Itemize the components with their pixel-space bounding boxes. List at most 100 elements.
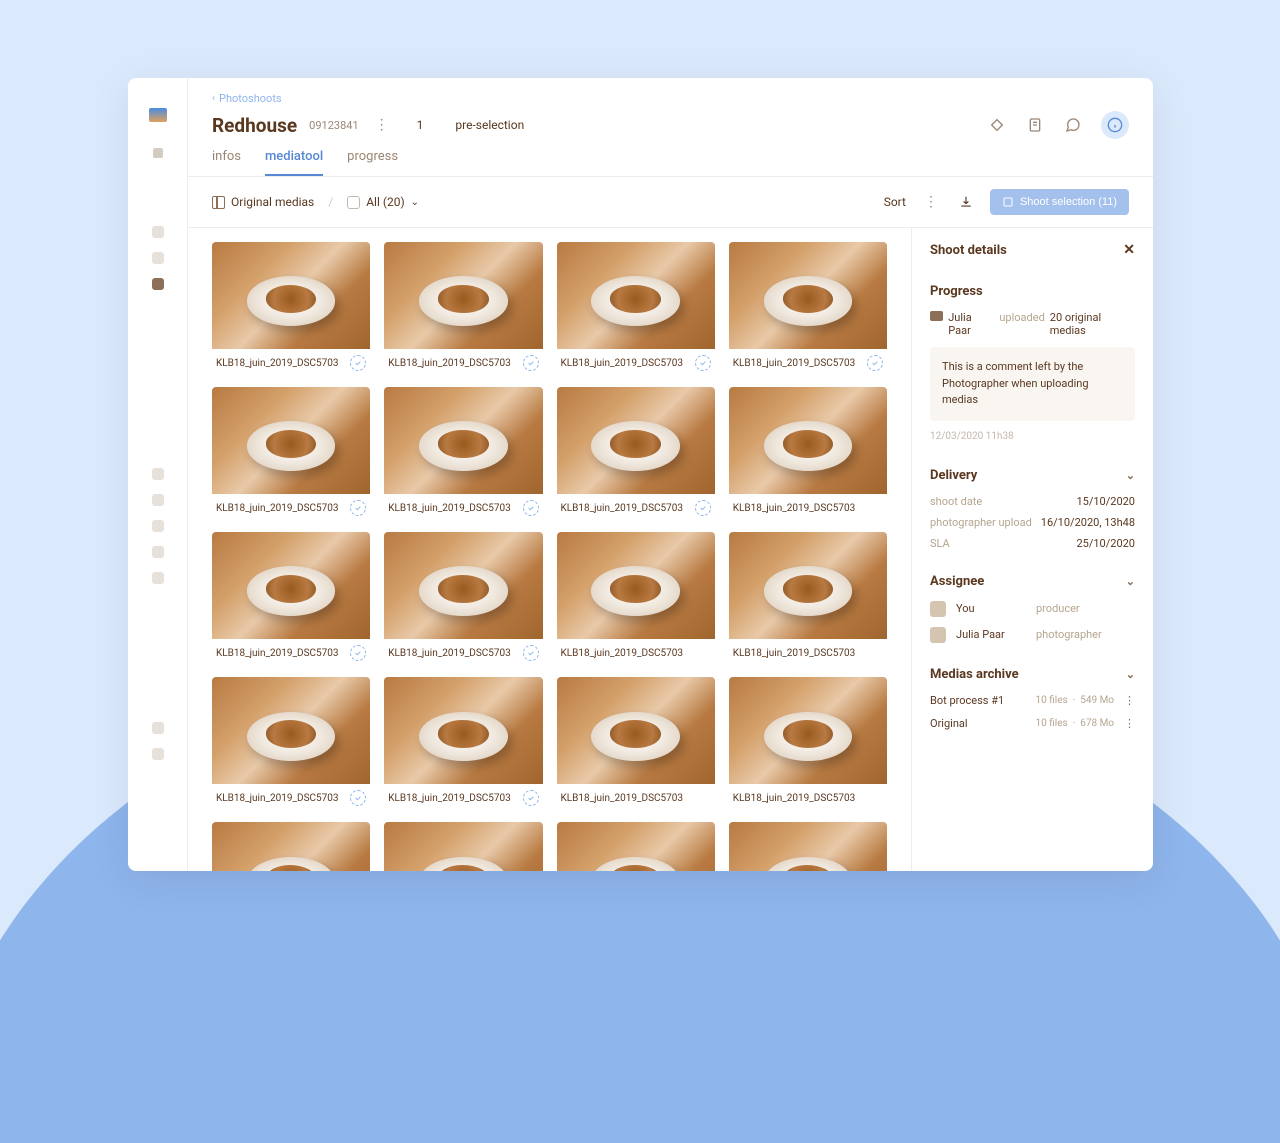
more-icon[interactable]: ⋮ — [1114, 717, 1135, 730]
media-filename: KLB18_juin_2019_DSC5703 — [733, 503, 856, 514]
media-thumbnail — [384, 822, 542, 871]
archive-row: Bot process #1 10 files · 549 Mo ⋮ — [930, 694, 1135, 707]
media-card[interactable]: KLB18_juin_2019_DSC5703 — [384, 677, 542, 808]
comment-icon[interactable] — [1063, 115, 1083, 135]
notes-icon[interactable] — [1025, 115, 1045, 135]
media-filename: KLB18_juin_2019_DSC5703 — [216, 503, 339, 514]
chevron-left-icon: ‹ — [212, 93, 215, 104]
tab-infos[interactable]: infos — [212, 149, 241, 176]
media-card[interactable]: KLB18_juin_2019_DSC5703 — [212, 387, 370, 518]
content-split: KLB18_juin_2019_DSC5703KLB18_juin_2019_D… — [188, 228, 1153, 871]
archive-section: Medias archive ⌄ Bot process #1 10 files… — [930, 667, 1135, 730]
media-thumbnail — [384, 677, 542, 784]
shoot-selection-button[interactable]: Shoot selection (11) — [990, 189, 1129, 215]
main-area: ‹ Photoshoots Redhouse 09123841 ⋮ 1 pre-… — [188, 78, 1153, 871]
chevron-down-icon[interactable]: ⌄ — [1126, 668, 1135, 681]
rail-item-11[interactable] — [152, 748, 164, 760]
download-icon[interactable] — [956, 192, 976, 212]
media-card[interactable] — [729, 822, 887, 871]
titlebar: Redhouse 09123841 ⋮ 1 pre-selection — [212, 111, 1129, 139]
selection-badge-icon[interactable] — [350, 355, 366, 371]
rail-item-8[interactable] — [152, 546, 164, 558]
media-card[interactable]: KLB18_juin_2019_DSC5703 — [729, 242, 887, 373]
rail-item-1[interactable] — [153, 148, 163, 158]
media-filename: KLB18_juin_2019_DSC5703 — [388, 648, 511, 659]
rail-item-7[interactable] — [152, 520, 164, 532]
selection-badge-icon[interactable] — [523, 790, 539, 806]
rail-item-10[interactable] — [152, 722, 164, 734]
media-card[interactable]: KLB18_juin_2019_DSC5703 — [729, 532, 887, 663]
media-card-footer: KLB18_juin_2019_DSC5703 — [557, 639, 715, 663]
media-grid-scroll[interactable]: KLB18_juin_2019_DSC5703KLB18_juin_2019_D… — [188, 228, 911, 871]
sort-more-icon[interactable]: ⋮ — [920, 194, 942, 210]
selection-badge-icon[interactable] — [523, 500, 539, 516]
progress-timestamp: 12/03/2020 11h38 — [930, 431, 1135, 442]
rail-item-3[interactable] — [152, 252, 164, 264]
media-card-footer: KLB18_juin_2019_DSC5703 — [729, 349, 887, 373]
media-card[interactable] — [212, 822, 370, 871]
info-icon[interactable] — [1101, 111, 1129, 139]
media-thumbnail — [729, 822, 887, 871]
original-medias-toggle[interactable]: Original medias — [212, 195, 314, 209]
checkbox-icon — [347, 196, 360, 209]
chevron-down-icon[interactable]: ⌄ — [1126, 469, 1135, 482]
selection-badge-icon[interactable] — [523, 355, 539, 371]
media-card[interactable]: KLB18_juin_2019_DSC5703 — [729, 387, 887, 518]
media-thumbnail — [729, 242, 887, 349]
progress-object: 20 original medias — [1050, 311, 1135, 337]
media-card[interactable]: KLB18_juin_2019_DSC5703 — [384, 242, 542, 373]
topbar: ‹ Photoshoots Redhouse 09123841 ⋮ 1 pre-… — [188, 78, 1153, 177]
selection-badge-icon[interactable] — [523, 645, 539, 661]
chevron-down-icon[interactable]: ⌄ — [1126, 575, 1135, 588]
media-card[interactable]: KLB18_juin_2019_DSC5703 — [557, 242, 715, 373]
media-card[interactable]: KLB18_juin_2019_DSC5703 — [557, 532, 715, 663]
media-thumbnail — [212, 242, 370, 349]
more-icon[interactable]: ⋮ — [1114, 694, 1135, 707]
media-thumbnail — [212, 677, 370, 784]
media-card[interactable] — [557, 822, 715, 871]
delivery-row: shoot date 15/10/2020 — [930, 495, 1135, 508]
rail-item-9[interactable] — [152, 572, 164, 584]
selection-badge-icon[interactable] — [867, 355, 883, 371]
progress-verb: uploaded — [999, 311, 1044, 337]
archive-title: Medias archive — [930, 667, 1019, 682]
tab-mediatool[interactable]: mediatool — [265, 149, 323, 176]
tag-icon[interactable] — [987, 115, 1007, 135]
close-icon[interactable]: ✕ — [1123, 242, 1135, 258]
select-all-toggle[interactable]: All (20) ⌄ — [347, 195, 419, 209]
media-card[interactable]: KLB18_juin_2019_DSC5703 — [384, 532, 542, 663]
assignee-name: You — [956, 602, 1026, 615]
media-filename: KLB18_juin_2019_DSC5703 — [561, 503, 684, 514]
media-card[interactable] — [384, 822, 542, 871]
media-card[interactable]: KLB18_juin_2019_DSC5703 — [212, 532, 370, 663]
media-thumbnail — [384, 242, 542, 349]
media-card[interactable]: KLB18_juin_2019_DSC5703 — [212, 677, 370, 808]
media-thumbnail — [557, 822, 715, 871]
media-filename: KLB18_juin_2019_DSC5703 — [216, 793, 339, 804]
more-menu-icon[interactable]: ⋮ — [371, 117, 393, 133]
tab-progress[interactable]: progress — [347, 149, 398, 176]
archive-name: Original — [930, 717, 1036, 730]
rail-item-2[interactable] — [152, 226, 164, 238]
shoot-selection-label: Shoot selection (11) — [1020, 196, 1117, 208]
selection-badge-icon[interactable] — [350, 500, 366, 516]
page-title: Redhouse — [212, 114, 297, 137]
rail-item-4[interactable] — [152, 278, 164, 290]
media-card-footer: KLB18_juin_2019_DSC5703 — [557, 784, 715, 808]
rail-item-5[interactable] — [152, 468, 164, 480]
app-logo[interactable] — [149, 108, 167, 122]
selection-badge-icon[interactable] — [350, 790, 366, 806]
selection-badge-icon[interactable] — [695, 500, 711, 516]
media-card[interactable]: KLB18_juin_2019_DSC5703 — [384, 387, 542, 518]
breadcrumb[interactable]: ‹ Photoshoots — [212, 92, 1129, 105]
media-filename: KLB18_juin_2019_DSC5703 — [561, 648, 684, 659]
media-card[interactable]: KLB18_juin_2019_DSC5703 — [212, 242, 370, 373]
sort-button[interactable]: Sort — [884, 195, 906, 209]
media-filename: KLB18_juin_2019_DSC5703 — [216, 648, 339, 659]
media-card[interactable]: KLB18_juin_2019_DSC5703 — [557, 677, 715, 808]
rail-item-6[interactable] — [152, 494, 164, 506]
selection-badge-icon[interactable] — [350, 645, 366, 661]
media-card[interactable]: KLB18_juin_2019_DSC5703 — [729, 677, 887, 808]
selection-badge-icon[interactable] — [695, 355, 711, 371]
media-card[interactable]: KLB18_juin_2019_DSC5703 — [557, 387, 715, 518]
